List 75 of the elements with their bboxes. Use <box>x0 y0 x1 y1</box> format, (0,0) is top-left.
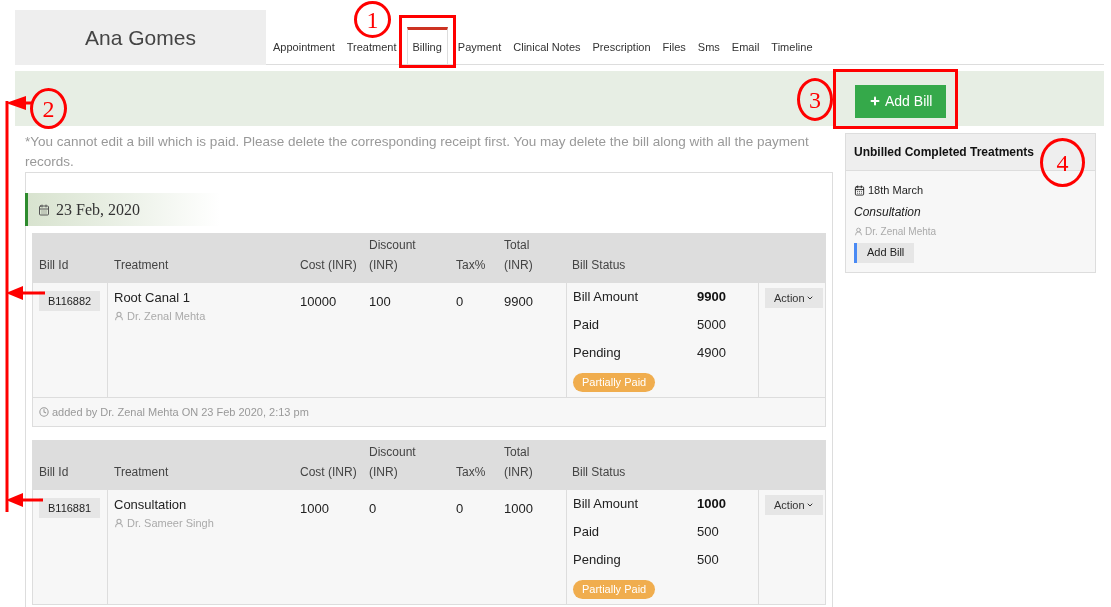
add-bill-button[interactable]: Add Bill <box>854 242 915 263</box>
table-cell: 0 <box>456 501 464 516</box>
column-header: Bill Id <box>39 464 70 481</box>
status-amount: 5000 <box>697 316 727 335</box>
status-amount: 500 <box>697 551 720 570</box>
treatment-name: Consultation <box>854 203 922 221</box>
column-header: Cost (INR) <box>300 464 357 481</box>
annotation-marker: 3 <box>797 78 833 121</box>
calendar-icon <box>854 184 865 196</box>
status-label: Bill Amount <box>573 495 640 514</box>
status-amount: 9900 <box>697 288 727 307</box>
table-cell: 0 <box>456 294 464 309</box>
column-header: Bill Id <box>39 257 70 274</box>
bill-id: B116882 <box>39 291 101 311</box>
edit-note: *You cannot edit a bill which is paid. Please delete the corresponding receipt first. You may delete the bill along with all the payment records. <box>25 133 810 171</box>
table-cell: 1000 <box>300 501 329 516</box>
action-dropdown[interactable]: Action <box>765 288 823 308</box>
column-header: Bill Status <box>572 464 627 481</box>
column-header: Tax% <box>456 257 487 274</box>
tab[interactable]: Clinical Notes <box>507 27 587 64</box>
status-label: Pending <box>573 551 622 570</box>
tab[interactable]: Billing <box>406 27 448 64</box>
treatment-date: 18th March <box>868 183 924 198</box>
tab[interactable]: Sms <box>691 27 726 64</box>
patient-name: Ana Gomes <box>85 24 196 51</box>
added-by-text: added by Dr. Zenal Mehta ON 23 Feb 2020, 2:13 pm <box>52 404 309 420</box>
table-cell: 1000 <box>504 501 533 516</box>
person-icon <box>114 518 124 528</box>
doctor-name: Dr. Zenal Mehta <box>865 224 937 239</box>
person-icon <box>114 311 124 321</box>
status-badge: Partially Paid <box>573 373 656 392</box>
doctor-name: Dr. Zenal Mehta <box>127 309 206 323</box>
table-cell: 0 <box>369 501 377 516</box>
plus-icon <box>869 95 881 107</box>
annotation-marker: 4 <box>1040 138 1085 187</box>
status-amount: 500 <box>697 523 720 542</box>
date-text: 23 Feb, 2020 <box>56 199 140 220</box>
status-label: Pending <box>573 344 622 363</box>
column-header: Cost (INR) <box>300 257 357 274</box>
status-label: Paid <box>573 523 601 542</box>
column-header: Treatment <box>114 464 170 481</box>
clock-icon <box>39 407 49 417</box>
tab[interactable]: Files <box>656 27 692 64</box>
doctor-name: Dr. Sameer Singh <box>127 516 214 530</box>
treatment-name: Consultation <box>114 496 188 513</box>
tab[interactable]: Email <box>725 27 766 64</box>
status-label: Bill Amount <box>573 288 640 307</box>
table-cell: 100 <box>369 294 391 309</box>
caret-icon <box>805 294 814 302</box>
tab[interactable]: Prescription <box>586 27 657 64</box>
tab[interactable]: Timeline <box>765 27 819 64</box>
annotation-marker: 2 <box>30 88 67 129</box>
caret-icon <box>805 501 814 509</box>
action-dropdown[interactable]: Action <box>765 495 823 515</box>
column-header: Tax% <box>456 464 487 481</box>
status-amount: 1000 <box>697 495 727 514</box>
calendar-icon <box>38 203 50 216</box>
status-badge: Partially Paid <box>573 580 656 599</box>
column-header: Total (INR) <box>504 237 534 274</box>
bill-id: B116881 <box>39 498 101 518</box>
tab[interactable]: Payment <box>451 27 508 64</box>
column-header: Discount (INR) <box>369 444 417 481</box>
person-icon <box>854 226 863 236</box>
treatment-name: Root Canal 1 <box>114 289 191 306</box>
column-header: Bill Status <box>572 257 627 274</box>
column-header: Discount (INR) <box>369 237 417 274</box>
tab[interactable]: Appointment <box>267 27 341 64</box>
annotation-marker: 1 <box>354 1 391 38</box>
status-label: Paid <box>573 316 601 335</box>
column-header: Treatment <box>114 257 170 274</box>
status-amount: 4900 <box>697 344 727 363</box>
table-cell: 10000 <box>300 294 337 309</box>
panel-title: Unbilled Completed Treatments <box>854 144 1035 161</box>
table-cell: 9900 <box>504 294 533 309</box>
column-header: Total (INR) <box>504 444 534 481</box>
